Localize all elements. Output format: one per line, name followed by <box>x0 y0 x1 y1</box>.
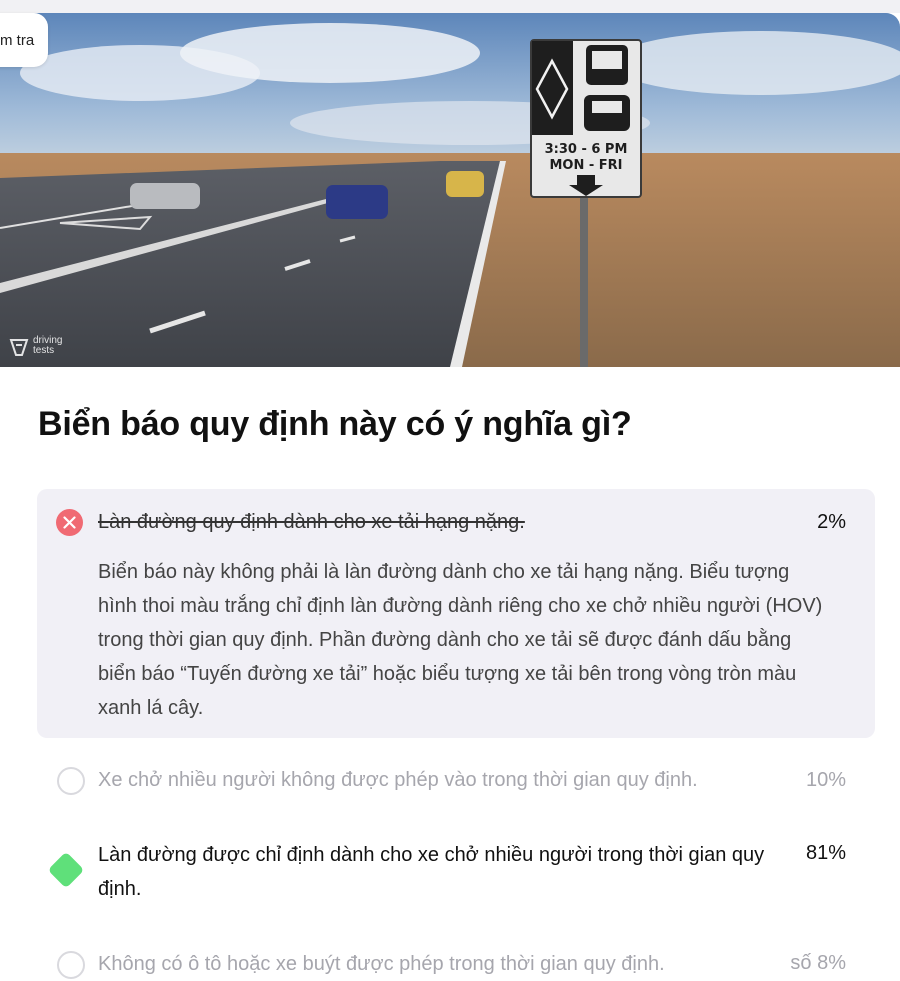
sign-days-text: MON - FRI <box>549 158 622 173</box>
category-tag-label: m tra <box>0 31 35 49</box>
answer-option-1[interactable]: Làn đường quy định dành cho xe tải hạng … <box>98 505 525 539</box>
hero-image: 3:30 - 6 PM MON - FRI <box>0 13 900 367</box>
answer-2-percent: 10% <box>805 769 846 791</box>
answer-option-3[interactable]: Làn đường được chỉ định dành cho xe chở … <box>98 838 768 906</box>
radio-circle-icon[interactable] <box>57 767 85 795</box>
watermark-text: driving tests <box>33 335 63 356</box>
answer-option-4[interactable]: Không có ô tô hoặc xe buýt được phép tro… <box>98 947 665 981</box>
watermark-logo: driving tests <box>8 335 73 357</box>
question-title: Biển báo quy định này có ý nghĩa gì? <box>38 405 632 443</box>
answer-option-2[interactable]: Xe chở nhiều người không được phép vào t… <box>98 763 698 797</box>
answer-3-percent: 81% <box>805 842 846 864</box>
correct-diamond-icon <box>47 851 85 889</box>
answer-1-percent: 2% <box>817 511 846 533</box>
radio-circle-icon[interactable] <box>57 951 85 979</box>
close-icon <box>63 516 76 529</box>
incorrect-icon <box>56 509 83 536</box>
top-strip <box>0 0 900 13</box>
road-sign-photo: 3:30 - 6 PM MON - FRI <box>0 13 900 367</box>
category-tag[interactable]: m tra <box>0 13 49 67</box>
logo-icon <box>9 339 29 356</box>
sign-time-text: 3:30 - 6 PM <box>545 142 628 157</box>
answer-explanation: Biển báo này không phải là làn đường dàn… <box>98 561 823 719</box>
answer-4-percent: số 8% <box>790 952 846 974</box>
